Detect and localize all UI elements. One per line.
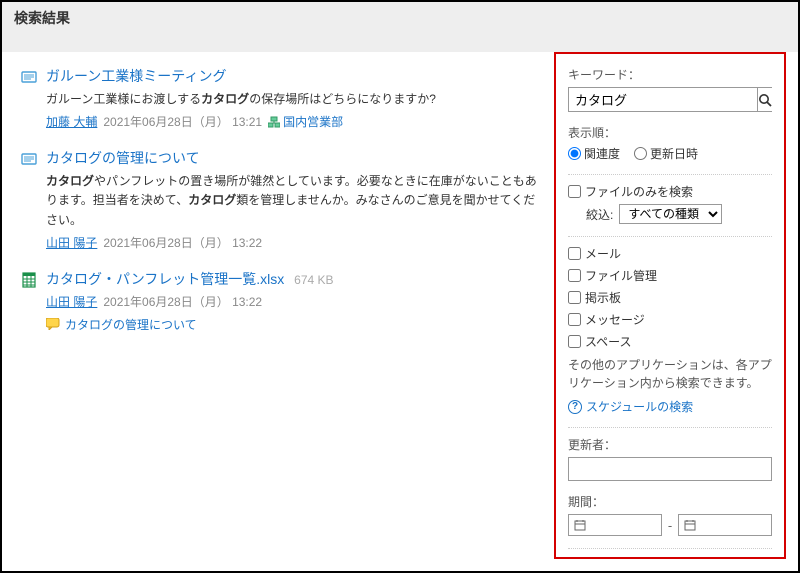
app-mail-checkbox[interactable]: メール (568, 245, 772, 262)
app-message-checkbox[interactable]: メッセージ (568, 311, 772, 328)
divider (568, 174, 772, 175)
result-author[interactable]: 加藤 大輔 (46, 113, 97, 130)
page-title: 検索結果 (2, 2, 798, 34)
result-date: 2021年06月28日（月） 13:22 (103, 234, 262, 251)
order-label: 表示順： (568, 124, 772, 141)
result-description: ガルーン工業様にお渡しするカタログの保存場所はどちらになりますか? (46, 90, 540, 109)
result-item: カタログの管理について カタログやパンフレットの置き場所が雑然としています。必要… (20, 148, 540, 251)
search-results: ガルーン工業様ミーティング ガルーン工業様にお渡しするカタログの保存場所はどちら… (14, 52, 554, 559)
exclude-file-checkbox[interactable]: ファイルを除いて検索 (568, 557, 772, 559)
date-from-input[interactable] (568, 514, 662, 536)
file-type-select[interactable]: すべての種類 (619, 204, 722, 224)
board-icon (20, 150, 38, 168)
keyword-input[interactable] (569, 88, 757, 111)
order-updated-radio[interactable]: 更新日時 (634, 145, 698, 162)
app-note: その他のアプリケーションは、各アプリケーション内から検索できます。 (568, 356, 772, 392)
result-title-link[interactable]: カタログ・パンフレット管理一覧.xlsx (46, 271, 284, 287)
calendar-icon (684, 519, 696, 531)
help-icon: ? (568, 400, 582, 414)
file-only-checkbox[interactable]: ファイルのみを検索 (568, 183, 772, 200)
app-space-checkbox[interactable]: スペース (568, 333, 772, 350)
result-title-link[interactable]: ガルーン工業様ミーティング (46, 68, 226, 84)
org-icon (268, 116, 280, 128)
result-author[interactable]: 山田 陽子 (46, 293, 97, 310)
date-separator: - (668, 518, 672, 533)
divider (568, 427, 772, 428)
period-label: 期間： (568, 493, 772, 510)
narrow-label: 絞込: (586, 206, 613, 223)
updater-input[interactable] (568, 457, 772, 481)
calendar-icon (574, 519, 586, 531)
divider (568, 236, 772, 237)
result-date: 2021年06月28日（月） 13:21 (103, 113, 262, 130)
keyword-search-button[interactable] (757, 88, 772, 111)
search-filter-panel: キーワード： 表示順： 関連度 更新日時 ファイルのみを検索 (554, 52, 786, 559)
result-date: 2021年06月28日（月） 13:22 (103, 293, 262, 310)
result-item: ガルーン工業様ミーティング ガルーン工業様にお渡しするカタログの保存場所はどちら… (20, 66, 540, 130)
result-description: カタログやパンフレットの置き場所が雑然としています。必要なときに在庫がないことも… (46, 172, 540, 230)
divider (568, 548, 772, 549)
date-to-input[interactable] (678, 514, 772, 536)
board-icon (20, 68, 38, 86)
xlsx-icon (20, 271, 38, 289)
schedule-search-link[interactable]: ? スケジュールの検索 (568, 398, 693, 415)
result-title-link[interactable]: カタログの管理について (46, 150, 200, 166)
keyword-label: キーワード： (568, 66, 772, 83)
result-category[interactable]: 国内営業部 (268, 113, 343, 130)
result-item: カタログ・パンフレット管理一覧.xlsx 674 KB 山田 陽子 2021年0… (20, 269, 540, 333)
app-file-checkbox[interactable]: ファイル管理 (568, 267, 772, 284)
result-author[interactable]: 山田 陽子 (46, 234, 97, 251)
comment-icon (46, 318, 60, 330)
app-board-checkbox[interactable]: 掲示板 (568, 289, 772, 306)
search-icon (758, 93, 772, 107)
updater-label: 更新者： (568, 436, 772, 453)
order-relevance-radio[interactable]: 関連度 (568, 145, 620, 162)
app-checkbox-list: メール ファイル管理 掲示板 メッセージ スペース その他のアプリケーションは、… (568, 245, 772, 415)
file-size: 674 KB (294, 273, 333, 287)
result-sublink[interactable]: カタログの管理について (65, 316, 197, 333)
